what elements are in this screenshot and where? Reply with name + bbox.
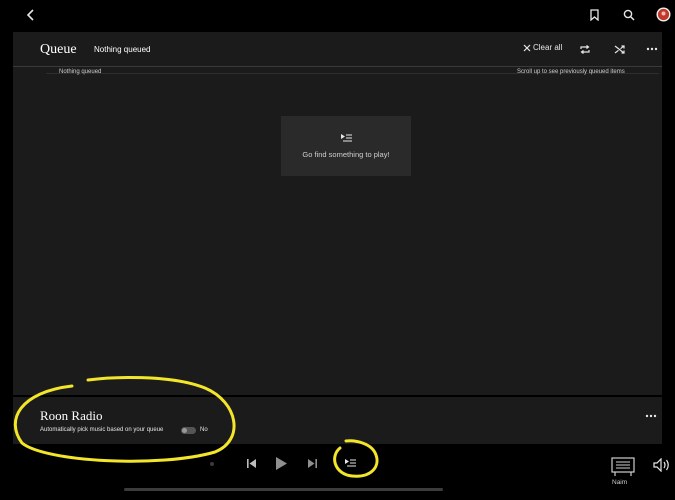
roon-radio-title: Roon Radio (40, 408, 103, 423)
avatar[interactable] (656, 7, 671, 22)
roon-radio-panel: Roon Radio Automatically pick music base… (13, 397, 662, 444)
bookmark-icon[interactable] (587, 8, 601, 22)
queue-panel: Queue Nothing queued Clear all Nothing q… (13, 32, 662, 395)
radio-more-options-icon[interactable] (643, 409, 659, 423)
previous-track-icon[interactable] (244, 456, 258, 470)
queue-subheader-left: Nothing queued (59, 69, 102, 75)
empty-queue-card: Go find something to play! (281, 116, 411, 176)
queue-status-text: Nothing queued (94, 45, 151, 54)
queue-icon[interactable] (343, 457, 357, 469)
close-icon (523, 44, 531, 51)
back-chevron-icon[interactable] (24, 8, 38, 22)
transport-bar: Naim (0, 446, 675, 500)
clear-all-button[interactable]: Clear all (523, 43, 562, 52)
progress-bar[interactable] (124, 488, 443, 491)
divider (13, 66, 662, 67)
play-icon[interactable] (272, 454, 290, 472)
zone-device-icon[interactable] (610, 457, 636, 477)
zone-name-label: Naim (612, 479, 628, 486)
next-track-icon[interactable] (305, 456, 319, 470)
volume-icon[interactable] (652, 457, 670, 473)
page-title: Queue (40, 42, 77, 57)
toggle-knob (182, 428, 187, 433)
roon-radio-toggle[interactable] (181, 427, 196, 434)
repeat-icon[interactable] (578, 42, 592, 56)
search-icon[interactable] (622, 8, 636, 22)
shuffle-icon[interactable] (613, 42, 627, 56)
top-bar (0, 0, 675, 32)
more-options-icon[interactable] (644, 42, 660, 56)
empty-queue-message: Go find something to play! (302, 149, 390, 159)
roon-radio-description: Automatically pick music based on your q… (40, 427, 164, 433)
queue-icon (340, 133, 352, 141)
radio-dot-icon (209, 459, 215, 469)
queue-subheader-right: Scroll up to see previously queued items (517, 69, 625, 75)
roon-radio-toggle-label: No (200, 427, 208, 433)
clear-all-label: Clear all (533, 43, 563, 52)
